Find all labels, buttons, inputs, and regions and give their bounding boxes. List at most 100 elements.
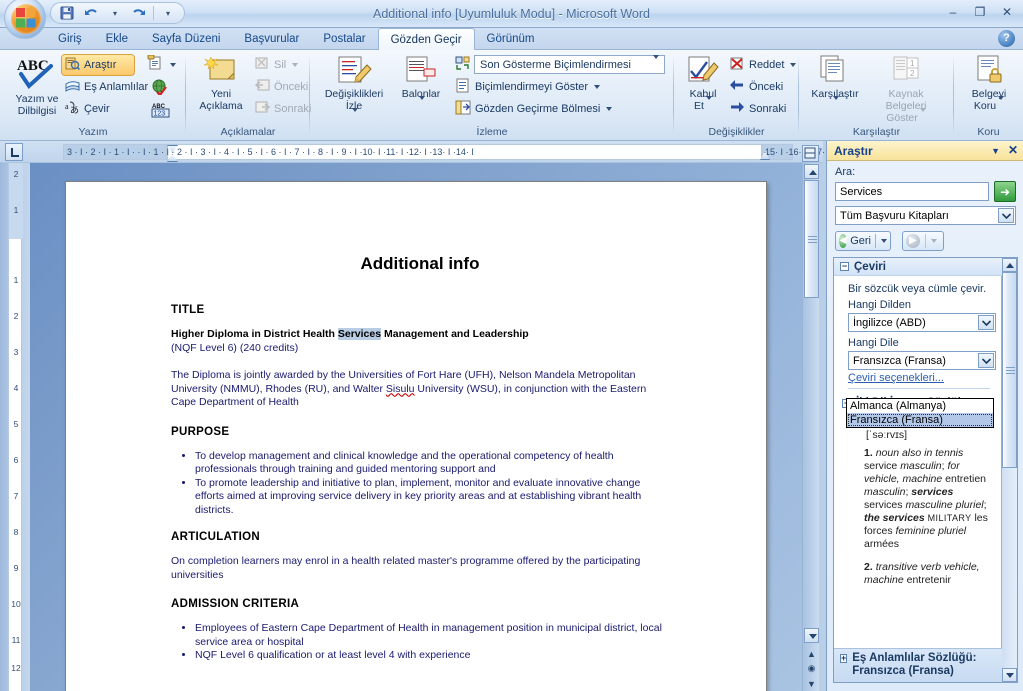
- show-source-documents-button[interactable]: 1 2 Kaynak Belgeleri Göster: [865, 53, 947, 126]
- option-fransizca[interactable]: Fransızca (Fransa): [847, 413, 993, 427]
- show-markup-arrow-icon[interactable]: [594, 85, 601, 89]
- scrollbar-thumb[interactable]: [804, 180, 819, 298]
- research-back-button[interactable]: ◀ Geri: [835, 231, 891, 251]
- to-language-chevron-down-icon[interactable]: [978, 353, 994, 368]
- delete-comment-arrow-icon[interactable]: [292, 62, 299, 67]
- minimize-button[interactable]: –: [943, 3, 963, 20]
- new-comment-button[interactable]: Yeni Açıklama: [192, 53, 250, 114]
- display-for-review-icon-wrap[interactable]: [452, 55, 474, 75]
- search-input[interactable]: Services: [835, 182, 989, 201]
- balloons-arrow-icon[interactable]: [419, 96, 425, 112]
- tab-stop-selector[interactable]: [5, 143, 23, 161]
- display-for-review-arrow-icon[interactable]: [653, 54, 659, 71]
- scroll-down-button[interactable]: [804, 628, 819, 643]
- protect-document-button[interactable]: Belgeyi Koru: [960, 53, 1018, 114]
- delete-comment-button[interactable]: Sil: [252, 55, 301, 74]
- translation-collapse-icon[interactable]: −: [840, 262, 849, 271]
- help-icon[interactable]: ?: [998, 30, 1015, 47]
- reject-arrow-icon[interactable]: [790, 63, 797, 67]
- select-browse-object-button[interactable]: ◉: [804, 661, 819, 676]
- tab-gorunum[interactable]: Görünüm: [475, 28, 547, 50]
- show-markup-button[interactable]: Biçimlendirmeyi Göster: [452, 77, 603, 97]
- translation-options-link[interactable]: Çeviri seçenekleri...: [848, 372, 996, 384]
- results-scrollbar-thumb[interactable]: [1002, 272, 1017, 468]
- balloons-button[interactable]: Balonlar: [394, 53, 448, 114]
- horizontal-ruler[interactable]: 3 · I · 2 · I · 1 · I · · I · 1 · I · 2 …: [63, 144, 836, 162]
- research-results-scrollbar[interactable]: [1001, 258, 1017, 682]
- reject-button[interactable]: Reddet: [726, 55, 799, 75]
- section-header-translation[interactable]: − Çeviri: [834, 258, 1002, 276]
- research-back-dropdown-icon[interactable]: [881, 239, 887, 243]
- next-page-button[interactable]: ▼: [804, 676, 819, 691]
- compare-arrow-icon[interactable]: [833, 96, 839, 112]
- accept-arrow-icon[interactable]: [705, 96, 712, 112]
- previous-change-button[interactable]: Önceki: [726, 77, 786, 97]
- option-almanca[interactable]: Almanca (Almanya): [847, 399, 993, 413]
- research-button[interactable]: Araştır: [61, 54, 135, 76]
- to-language-combo[interactable]: Fransızca (Fransa): [848, 351, 996, 370]
- ribbon-tab-strip: Giriş Ekle Sayfa Düzeni Başvurular Posta…: [0, 28, 1023, 51]
- tab-gozden-gecir[interactable]: Gözden Geçir: [377, 28, 475, 51]
- misspelled-word[interactable]: Sisulu: [386, 383, 415, 395]
- tab-sayfa-duzeni[interactable]: Sayfa Düzeni: [140, 28, 232, 50]
- reviewing-pane-arrow-icon[interactable]: [606, 107, 613, 111]
- ribbon: ABC Yazım ve Dilbilgisi Araştır Eş Anlam…: [0, 50, 1023, 141]
- reference-books-chevron-down-icon[interactable]: [998, 208, 1014, 223]
- horizontal-ruler-bar: 3 · I · 2 · I · 1 · I · · I · 1 · I · 2 …: [0, 141, 836, 163]
- title-bar: Additional info [Uyumluluk Modu] - Micro…: [0, 0, 1023, 39]
- from-language-combo[interactable]: İngilizce (ABD): [848, 313, 996, 332]
- customize-qat-icon[interactable]: ▾: [158, 4, 178, 22]
- research-forward-button[interactable]: ▶: [902, 231, 944, 251]
- to-language-option-list[interactable]: Almanca (Almanya) Fransızca (Fransa): [846, 398, 994, 428]
- track-changes-button[interactable]: Değişiklikleri İzle: [316, 53, 392, 126]
- research-forward-dropdown-icon[interactable]: [931, 239, 937, 243]
- results-scroll-up-button[interactable]: [1002, 258, 1017, 272]
- doc-selected-word[interactable]: Services: [337, 328, 382, 340]
- translate-button[interactable]: a あ Çevir: [62, 99, 120, 119]
- track-changes-arrow-icon[interactable]: [352, 108, 358, 124]
- from-language-chevron-down-icon[interactable]: [978, 315, 994, 330]
- group-title-degisiklikler: Değişiklikler: [708, 126, 765, 138]
- previous-page-button[interactable]: ▲: [804, 646, 819, 661]
- spelling-grammar-button[interactable]: ABC Yazım ve Dilbilgisi: [6, 53, 68, 119]
- tab-basvurular[interactable]: Başvurular: [232, 28, 311, 50]
- reviewing-pane-button[interactable]: Gözden Geçirme Bölmesi: [452, 99, 615, 119]
- vertical-scrollbar[interactable]: ▲ ◉ ▼: [802, 163, 819, 691]
- translation-screentip-arrow-icon[interactable]: [170, 62, 176, 67]
- maximize-button[interactable]: ❐: [970, 3, 990, 20]
- previous-comment-button[interactable]: Önceki: [252, 77, 311, 96]
- protect-document-arrow-icon[interactable]: [998, 96, 1005, 112]
- start-searching-button[interactable]: ➜: [994, 181, 1016, 202]
- translation-screentip-button[interactable]: [144, 54, 179, 75]
- redo-icon[interactable]: [129, 4, 149, 22]
- compare-button[interactable]: Karşılaştır: [805, 53, 865, 114]
- tab-ekle[interactable]: Ekle: [94, 28, 140, 50]
- next-comment-button[interactable]: Sonraki: [252, 99, 314, 118]
- research-results[interactable]: − Çeviri Bir sözcük veya cümle çevir. Ha…: [833, 257, 1018, 683]
- pane-close-icon[interactable]: ✕: [1008, 143, 1018, 157]
- scroll-up-button[interactable]: [804, 164, 819, 179]
- tab-postalar[interactable]: Postalar: [311, 28, 377, 50]
- section-header-thesaurus-french[interactable]: + Eş Anlamlılar Sözlüğü: Fransızca (Fran…: [834, 648, 1002, 682]
- reference-books-combo[interactable]: Tüm Başvuru Kitapları: [835, 206, 1016, 225]
- pane-menu-chevron-down-icon[interactable]: ▼: [991, 146, 1000, 156]
- document-canvas[interactable]: Additional info TITLE Higher Diploma in …: [30, 163, 802, 691]
- document-page[interactable]: Additional info TITLE Higher Diploma in …: [65, 181, 767, 691]
- tab-giris[interactable]: Giriş: [46, 28, 94, 50]
- word-count-button[interactable]: ABC 123: [148, 100, 173, 122]
- display-for-review-combo[interactable]: Son Gösterme Biçimlendirmesi: [474, 54, 665, 74]
- research-results-inner: − Çeviri Bir sözcük veya cümle çevir. Ha…: [834, 258, 1002, 593]
- undo-dropdown-icon[interactable]: ▾: [105, 4, 125, 22]
- close-button[interactable]: ✕: [997, 3, 1017, 20]
- next-change-button[interactable]: Sonraki: [726, 99, 789, 119]
- thesaurus-french-expand-icon[interactable]: +: [840, 654, 848, 663]
- show-source-documents-arrow-icon[interactable]: [919, 108, 926, 124]
- accept-button[interactable]: Kabul Et: [679, 53, 727, 114]
- undo-icon[interactable]: [81, 4, 101, 22]
- thesaurus-button[interactable]: Eş Anlamlılar: [62, 77, 148, 97]
- set-language-button[interactable]: [148, 78, 171, 99]
- results-scroll-down-button[interactable]: [1002, 668, 1017, 682]
- vertical-ruler[interactable]: 2 1 1 2 3 4 5 6 7 8 9 10 11 12: [8, 163, 23, 691]
- save-icon[interactable]: [57, 4, 77, 22]
- select-browse-object-top-button[interactable]: [802, 145, 819, 162]
